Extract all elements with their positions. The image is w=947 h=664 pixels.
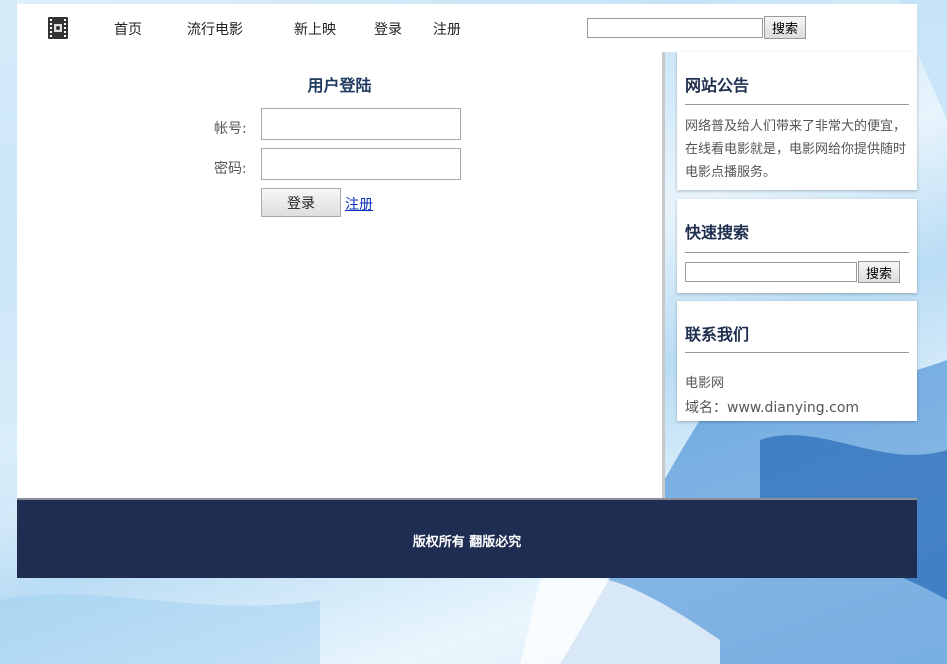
quick-search-button[interactable]: 搜索: [858, 261, 900, 283]
nav-login[interactable]: 登录: [374, 19, 402, 39]
quick-search-divider: [685, 252, 909, 253]
password-label: 密码:: [214, 161, 247, 177]
nav-popular-movies[interactable]: 流行电影: [187, 19, 243, 39]
top-search-button[interactable]: 搜索: [764, 16, 806, 39]
contact-title: 联系我们: [685, 325, 750, 344]
account-input[interactable]: [261, 108, 461, 140]
register-link[interactable]: 注册: [345, 194, 373, 214]
password-input[interactable]: [261, 148, 461, 180]
contact-divider: [685, 352, 909, 353]
announcement-panel: 网站公告 网络普及给人们带来了非常大的便宜，在线看电影就是，电影网给你提供随时电…: [677, 52, 917, 190]
contact-panel: 联系我们 电影网 域名：www.dianying.com: [677, 301, 917, 421]
copyright-text: 版权所有 翻版必究: [412, 535, 522, 550]
page-footer: 版权所有 翻版必究: [17, 498, 917, 578]
nav-home[interactable]: 首页: [114, 19, 142, 39]
account-label: 帐号:: [214, 121, 247, 137]
quick-search-input[interactable]: [685, 262, 857, 282]
nav-new-releases[interactable]: 新上映: [294, 19, 336, 39]
main-content: 用户登陆 帐号: 密码: 登录 注册: [17, 52, 665, 498]
announcement-divider: [685, 104, 909, 105]
login-title: 用户登陆: [307, 76, 372, 95]
announcement-title: 网站公告: [685, 76, 750, 95]
contact-domain: 域名：www.dianying.com: [685, 400, 860, 416]
top-search-input[interactable]: [587, 18, 763, 38]
film-reel-icon[interactable]: [47, 16, 69, 40]
contact-name: 电影网: [685, 376, 725, 391]
quick-search-title: 快速搜索: [685, 223, 750, 242]
nav-register[interactable]: 注册: [433, 19, 461, 39]
announcement-body: 网络普及给人们带来了非常大的便宜，在线看电影就是，电影网给你提供随时电影点播服务…: [685, 119, 907, 180]
login-submit-button[interactable]: 登录: [261, 188, 341, 217]
quick-search-panel: 快速搜索 搜索: [677, 199, 917, 293]
top-header: 首页 流行电影 新上映 登录 注册 搜索: [17, 4, 917, 52]
